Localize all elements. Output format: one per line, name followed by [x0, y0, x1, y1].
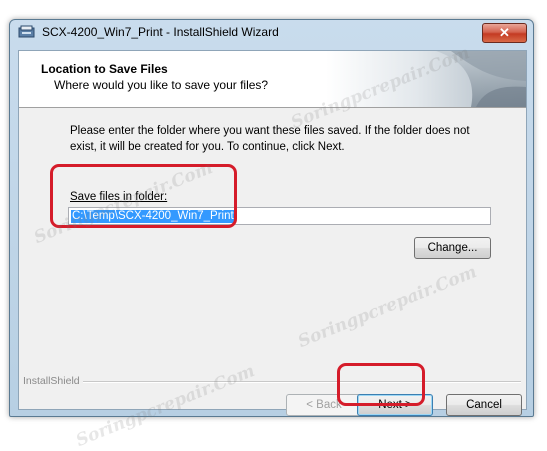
back-button[interactable]: < Back: [286, 394, 362, 416]
window-title: SCX-4200_Win7_Print - InstallShield Wiza…: [42, 25, 279, 39]
installer-app-icon: [18, 25, 35, 38]
change-button[interactable]: Change...: [414, 237, 491, 259]
next-button[interactable]: Next >: [357, 394, 433, 416]
cancel-button[interactable]: Cancel: [446, 394, 522, 416]
installer-window: SCX-4200_Win7_Print - InstallShield Wiza…: [9, 19, 534, 417]
save-folder-label: Save files in folder:: [70, 191, 167, 203]
wizard-header: Location to Save Files Where would you l…: [19, 51, 526, 108]
instructions-text: Please enter the folder where you want t…: [70, 125, 470, 153]
save-folder-label-text: Save files in folder:: [70, 191, 168, 203]
page-title: Location to Save Files: [41, 62, 168, 76]
save-folder-value: C:\Temp\SCX-4200_Win7_Print: [71, 210, 235, 223]
page-subtitle: Where would you like to save your files?: [54, 78, 269, 92]
title-bar[interactable]: SCX-4200_Win7_Print - InstallShield Wiza…: [10, 20, 533, 44]
installshield-brand: InstallShield: [23, 375, 83, 387]
close-button[interactable]: ✕: [482, 23, 527, 43]
footer-divider: [23, 381, 521, 383]
save-folder-input[interactable]: C:\Temp\SCX-4200_Win7_Print: [68, 207, 491, 225]
header-banner-graphic: [326, 51, 526, 107]
wizard-client-area: Location to Save Files Where would you l…: [18, 50, 527, 416]
close-icon: ✕: [499, 25, 510, 40]
